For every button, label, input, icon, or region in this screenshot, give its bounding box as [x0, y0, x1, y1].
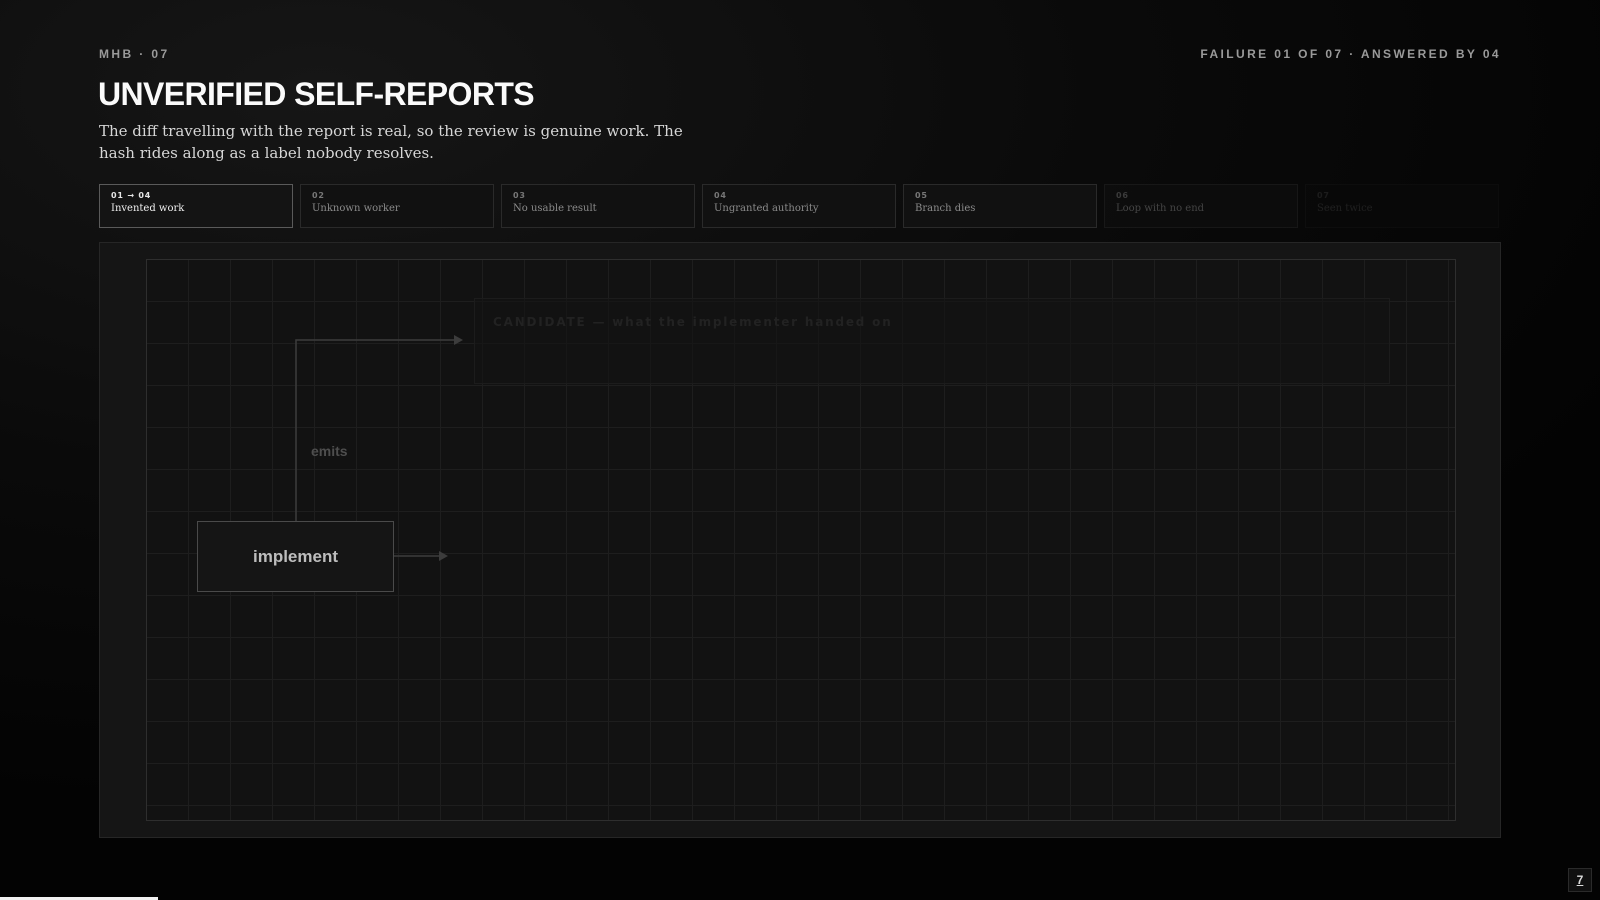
- diagram-stage: CANDIDATE — what the implementer handed …: [99, 242, 1501, 838]
- node-label: implement: [252, 546, 339, 566]
- diagram-canvas: CANDIDATE — what the implementer handed …: [146, 259, 1456, 821]
- failure-tabs: 01 → 04 Invented work 02 Unknown worker …: [99, 184, 1501, 228]
- tab-label: Unknown worker: [312, 203, 400, 214]
- tab-number: 04: [714, 191, 727, 200]
- tab-number: 03: [513, 191, 526, 200]
- tab-label: Branch dies: [915, 203, 976, 214]
- tab-number: 06: [1116, 191, 1129, 200]
- slide-number-button[interactable]: 7: [1568, 868, 1592, 892]
- tab-number: 07: [1317, 191, 1330, 200]
- tab-number: 05: [915, 191, 928, 200]
- tab-invented-work[interactable]: 01 → 04 Invented work: [99, 184, 293, 228]
- tab-number: 02: [312, 191, 325, 200]
- output-arrowhead: [439, 551, 448, 561]
- tab-unknown-worker[interactable]: 02 Unknown worker: [300, 184, 494, 228]
- failure-counter: FAILURE 01 OF 07 · ANSWERED BY 04: [1200, 47, 1501, 61]
- tab-label: No usable result: [513, 203, 597, 214]
- tab-no-usable-result[interactable]: 03 No usable result: [501, 184, 695, 228]
- tab-branch-dies[interactable]: 05 Branch dies: [903, 184, 1097, 228]
- page-subtitle: The diff travelling with the report is r…: [99, 122, 683, 162]
- edge-label-emits: emits: [311, 443, 348, 459]
- tab-seen-twice[interactable]: 07 Seen twice: [1305, 184, 1499, 228]
- emits-arrowhead: [454, 335, 463, 345]
- tab-label: Loop with no end: [1116, 203, 1205, 214]
- tab-label: Ungranted authority: [714, 203, 819, 214]
- tab-label: Seen twice: [1317, 203, 1373, 214]
- tab-number: 01 → 04: [111, 191, 152, 200]
- node-implement[interactable]: implement: [197, 521, 394, 592]
- tab-ungranted-authority[interactable]: 04 Ungranted authority: [702, 184, 896, 228]
- slide-kicker: MHB · 07: [99, 47, 170, 61]
- tab-loop-with-no-end[interactable]: 06 Loop with no end: [1104, 184, 1298, 228]
- emits-connector: [295, 339, 454, 521]
- page-title: UNVERIFIED SELF-REPORTS: [98, 76, 535, 112]
- tab-label: Invented work: [111, 203, 185, 214]
